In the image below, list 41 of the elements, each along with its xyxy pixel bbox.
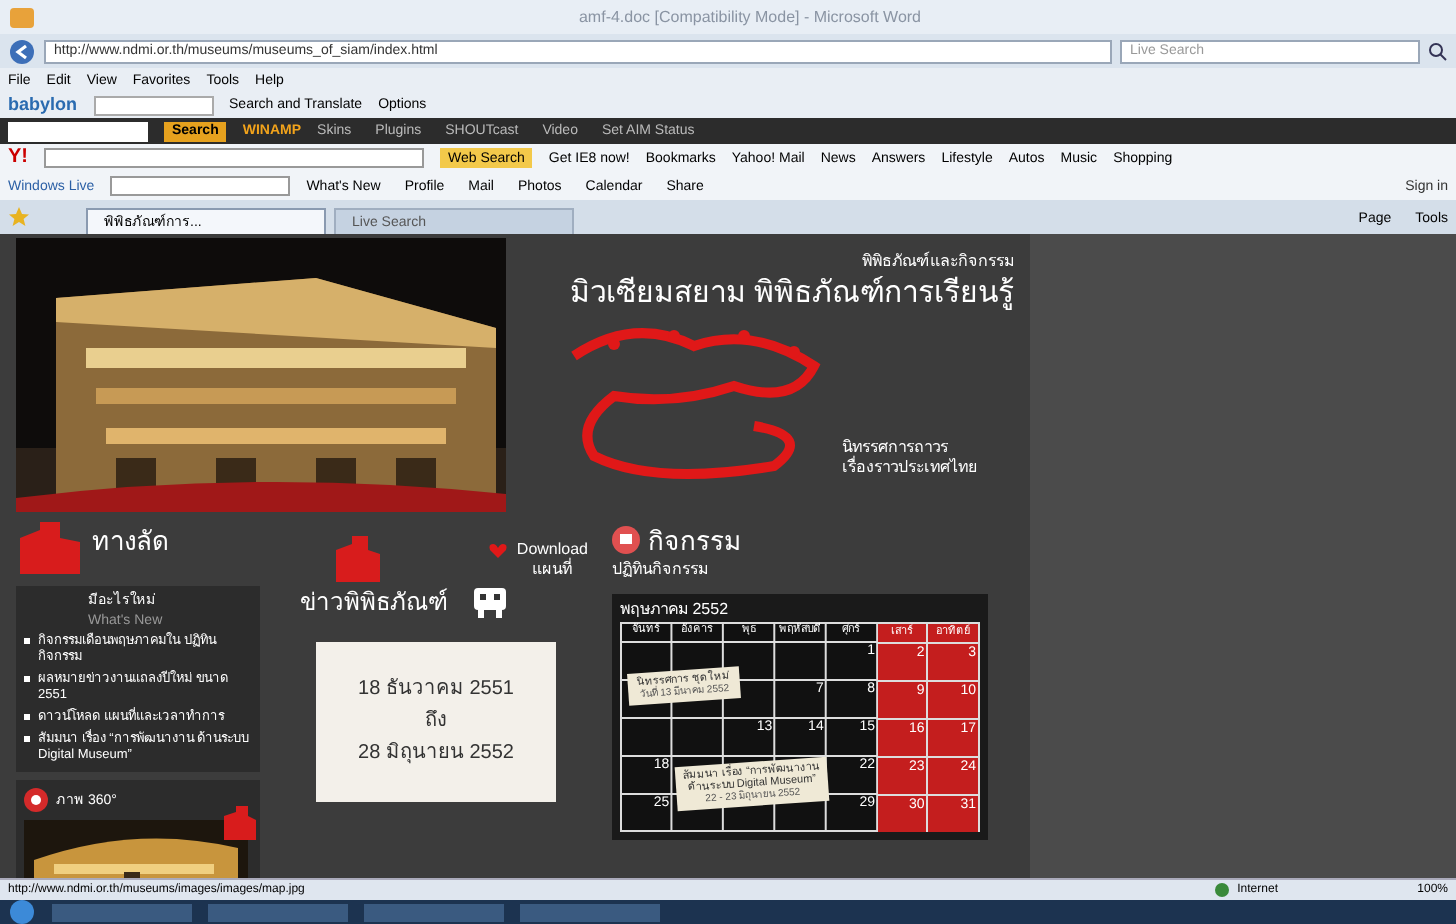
figure-icon	[16, 518, 84, 578]
figure-icon	[220, 804, 260, 844]
star-icon[interactable]	[8, 206, 30, 228]
note-text: ถึง	[425, 712, 447, 732]
bullet-icon	[24, 714, 30, 720]
yahoo-search-field[interactable]	[44, 148, 424, 168]
note-text: 18 ธันวาคม 2551	[358, 680, 514, 700]
yahoo-logo[interactable]: Y!	[8, 148, 28, 168]
shortcuts-heading: ทางลัด	[92, 528, 168, 554]
activities-heading: กิจกรรม	[648, 527, 742, 553]
calendar-month: พฤษภาคม 2552	[620, 602, 731, 618]
header-subtitle: พิพิธภัณฑ์และกิจกรรม	[862, 254, 1014, 270]
live-search-field[interactable]	[110, 176, 291, 196]
activities-subheading: ปฏิทินกิจกรรม	[612, 562, 710, 578]
window-title: amf-4.doc [Compatibility Mode] - Microsoft Word	[578, 9, 921, 25]
download-link[interactable]: Download	[516, 542, 588, 558]
globe-icon	[1213, 882, 1230, 898]
taskbar-button[interactable]	[520, 903, 660, 921]
search-icon[interactable]	[1428, 41, 1448, 61]
winamp-search-field[interactable]	[8, 121, 148, 141]
babylon-search-field[interactable]	[93, 95, 214, 115]
bullet-icon	[24, 676, 30, 682]
calendar-icon	[612, 526, 640, 554]
exhibit-caption: นิทรรศการถาวร	[842, 440, 950, 456]
bullet-icon	[24, 638, 30, 644]
start-button[interactable]	[8, 900, 36, 924]
news-heading: ข่าวพิพิธภัณฑ์	[300, 590, 448, 614]
taskbar-button[interactable]	[52, 903, 192, 921]
note-text: 28 มิถุนายน 2552	[358, 744, 514, 764]
robot-icon	[472, 586, 508, 618]
header-title: มิวเซียมสยาม พิพิธภัณฑ์การเรียนรู้	[569, 278, 1014, 308]
camera-icon	[24, 788, 48, 812]
taskbar-button[interactable]	[364, 903, 504, 921]
figure-icon	[332, 534, 384, 586]
exhibit-caption: เรื่องราวประเทศไทย	[842, 460, 978, 476]
back-icon[interactable]	[8, 37, 36, 65]
bullet-icon	[24, 736, 30, 742]
taskbar-button[interactable]	[208, 903, 348, 921]
babylon-logo[interactable]: babylon	[8, 96, 78, 114]
download-caption[interactable]: แผนที่	[532, 562, 573, 578]
heart-icon	[488, 542, 509, 560]
